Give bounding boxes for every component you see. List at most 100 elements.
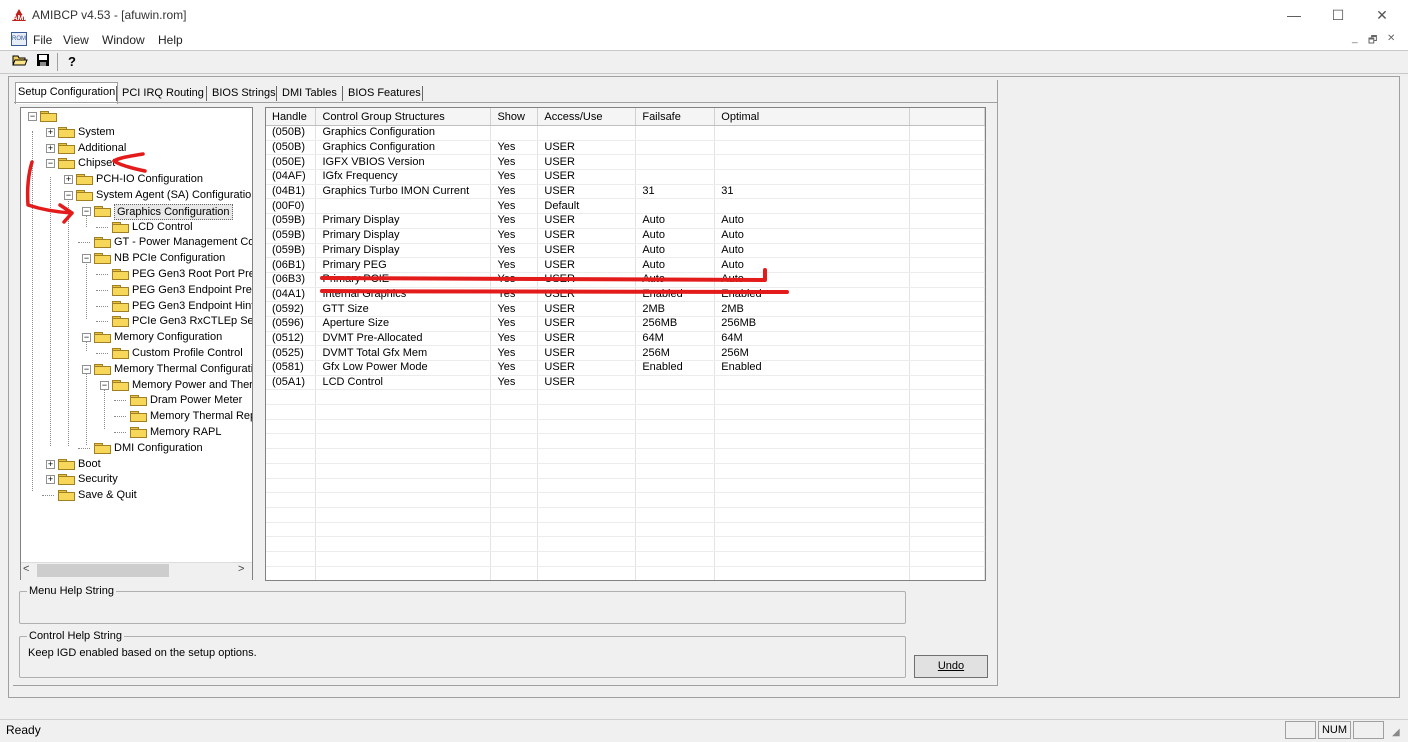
tree-node[interactable]: +PCH-IO Configuration xyxy=(21,171,253,187)
maximize-button[interactable]: ☐ xyxy=(1318,4,1358,26)
table-row[interactable] xyxy=(266,522,985,537)
tree-node[interactable]: +Boot xyxy=(21,456,253,472)
table-row[interactable] xyxy=(266,478,985,493)
tree-node[interactable]: PEG Gen3 Endpoint Preset xyxy=(21,282,253,298)
tree-node[interactable]: +System xyxy=(21,124,253,140)
scroll-right-arrow-icon[interactable]: > xyxy=(238,563,244,575)
column-header[interactable] xyxy=(910,108,985,126)
tab-setup-configuration[interactable]: Setup Configuration xyxy=(15,82,118,104)
expand-icon[interactable]: + xyxy=(46,460,55,469)
table-row[interactable]: (00F0)YesDefault xyxy=(266,199,985,214)
collapse-icon[interactable]: − xyxy=(46,159,55,168)
table-row[interactable]: (04B1)Graphics Turbo IMON CurrentYesUSER… xyxy=(266,184,985,199)
tree-node[interactable]: −Memory Power and Thermal Throttling xyxy=(21,377,253,393)
table-row[interactable] xyxy=(266,537,985,552)
tree-node[interactable]: LCD Control xyxy=(21,219,253,235)
tree-node[interactable]: PCIe Gen3 RxCTLEp Setting xyxy=(21,313,253,329)
table-row[interactable]: (059B)Primary DisplayYesUSERAutoAuto xyxy=(266,228,985,243)
table-row[interactable]: (0512)DVMT Pre-AllocatedYesUSER64M64M xyxy=(266,331,985,346)
tree-node[interactable]: Save & Quit xyxy=(21,487,253,503)
undo-button[interactable]: Undo xyxy=(914,655,988,678)
table-row[interactable] xyxy=(266,463,985,478)
column-header[interactable]: Optimal xyxy=(715,108,910,126)
tree-node[interactable]: Memory RAPL xyxy=(21,424,253,440)
tree-node[interactable]: GT - Power Management Control xyxy=(21,234,253,250)
close-button[interactable]: ✕ xyxy=(1362,4,1402,26)
table-row[interactable]: (0525)DVMT Total Gfx MemYesUSER256M256M xyxy=(266,346,985,361)
table-row[interactable]: (050E)IGFX VBIOS VersionYesUSER xyxy=(266,155,985,170)
collapse-icon[interactable]: − xyxy=(28,112,37,121)
expand-icon[interactable]: + xyxy=(64,175,73,184)
column-header[interactable]: Access/Use xyxy=(538,108,636,126)
table-row[interactable] xyxy=(266,419,985,434)
tree-node[interactable]: − xyxy=(21,108,253,124)
table-row[interactable] xyxy=(266,390,985,405)
table-row[interactable]: (06B3) Primary PCIEYesUSERAutoAuto xyxy=(266,272,985,287)
menu-view[interactable]: View xyxy=(63,33,89,47)
scroll-thumb[interactable] xyxy=(37,564,169,577)
menu-help[interactable]: Help xyxy=(158,33,183,47)
table-row[interactable]: (050B)Graphics ConfigurationYesUSER xyxy=(266,140,985,155)
collapse-icon[interactable]: − xyxy=(82,333,91,342)
open-folder-icon[interactable] xyxy=(11,53,29,70)
table-row[interactable]: (06B1) Primary PEGYesUSERAutoAuto xyxy=(266,258,985,273)
table-row[interactable] xyxy=(266,566,985,581)
expand-icon[interactable]: + xyxy=(46,144,55,153)
table-row[interactable] xyxy=(266,405,985,420)
expand-icon[interactable]: + xyxy=(46,475,55,484)
mdi-restore-button[interactable]: 🗗 xyxy=(1368,33,1377,50)
expand-icon[interactable]: + xyxy=(46,128,55,137)
tree-node[interactable]: PEG Gen3 Endpoint Hint xyxy=(21,298,253,314)
table-row[interactable] xyxy=(266,493,985,508)
table-row[interactable]: (0596)Aperture SizeYesUSER256MB256MB xyxy=(266,316,985,331)
control-group-grid[interactable]: HandleControl Group StructuresShowAccess… xyxy=(265,107,986,581)
tree-node[interactable]: −Chipset xyxy=(21,155,253,171)
column-header[interactable]: Failsafe xyxy=(636,108,715,126)
scroll-left-arrow-icon[interactable]: < xyxy=(23,563,29,575)
column-header[interactable]: Handle xyxy=(266,108,316,126)
help-icon[interactable]: ? xyxy=(63,53,81,70)
tree-node[interactable]: −System Agent (SA) Configuration xyxy=(21,187,253,203)
table-row[interactable]: (05A1)LCD ControlYesUSER xyxy=(266,375,985,390)
tree-node[interactable]: +Additional xyxy=(21,140,253,156)
table-row[interactable]: (059B)Primary DisplayYesUSERAutoAuto xyxy=(266,243,985,258)
mdi-close-button[interactable]: ✕ xyxy=(1387,33,1395,44)
table-row[interactable]: (059B)Primary DisplayYesUSERAutoAuto xyxy=(266,214,985,229)
table-row[interactable]: (0581)Gfx Low Power ModeYesUSEREnabledEn… xyxy=(266,361,985,376)
tab-pci-irq-routing[interactable]: PCI IRQ Routing xyxy=(120,84,206,102)
tab-bios-features[interactable]: BIOS Features xyxy=(346,84,423,102)
table-row[interactable] xyxy=(266,507,985,522)
collapse-icon[interactable]: − xyxy=(82,254,91,263)
resize-grip-icon[interactable]: ◢ xyxy=(1392,727,1400,738)
table-row[interactable]: (0592)GTT SizeYesUSER2MB2MB xyxy=(266,302,985,317)
tab-bios-strings[interactable]: BIOS Strings xyxy=(210,84,278,102)
column-header[interactable]: Control Group Structures xyxy=(316,108,491,126)
collapse-icon[interactable]: − xyxy=(64,191,73,200)
table-row[interactable]: (050B)Graphics Configuration xyxy=(266,126,985,141)
tree-node[interactable]: Memory Thermal Reporting xyxy=(21,408,253,424)
table-row[interactable]: (04A1)Internal GraphicsYesUSEREnabledEna… xyxy=(266,287,985,302)
table-row[interactable] xyxy=(266,551,985,566)
column-header[interactable]: Show xyxy=(491,108,538,126)
document-icon[interactable]: ROM xyxy=(11,32,27,46)
collapse-icon[interactable]: − xyxy=(82,207,91,216)
tree-node[interactable]: −NB PCIe Configuration xyxy=(21,250,253,266)
table-row[interactable] xyxy=(266,449,985,464)
menu-file[interactable]: File xyxy=(33,33,52,47)
table-row[interactable] xyxy=(266,434,985,449)
tree-node[interactable]: −Graphics Configuration xyxy=(21,203,253,219)
setup-tree[interactable]: − +System+Additional−Chipset+PCH-IO Confi… xyxy=(20,107,253,580)
tree-node[interactable]: PEG Gen3 Root Port Preset xyxy=(21,266,253,282)
tab-dmi-tables[interactable]: DMI Tables xyxy=(280,84,339,102)
save-icon[interactable] xyxy=(34,53,52,70)
menu-window[interactable]: Window xyxy=(102,33,145,47)
tree-node[interactable]: DMI Configuration xyxy=(21,440,253,456)
tree-node[interactable]: Dram Power Meter xyxy=(21,392,253,408)
tree-node[interactable]: −Memory Configuration xyxy=(21,329,253,345)
minimize-button[interactable]: — xyxy=(1274,4,1314,26)
table-row[interactable]: (04AF)IGfx FrequencyYesUSER xyxy=(266,170,985,185)
tree-node[interactable]: −Memory Thermal Configuration xyxy=(21,361,253,377)
collapse-icon[interactable]: − xyxy=(82,365,91,374)
tree-node[interactable]: +Security xyxy=(21,471,253,487)
mdi-minimize-button[interactable]: _ xyxy=(1352,33,1358,44)
